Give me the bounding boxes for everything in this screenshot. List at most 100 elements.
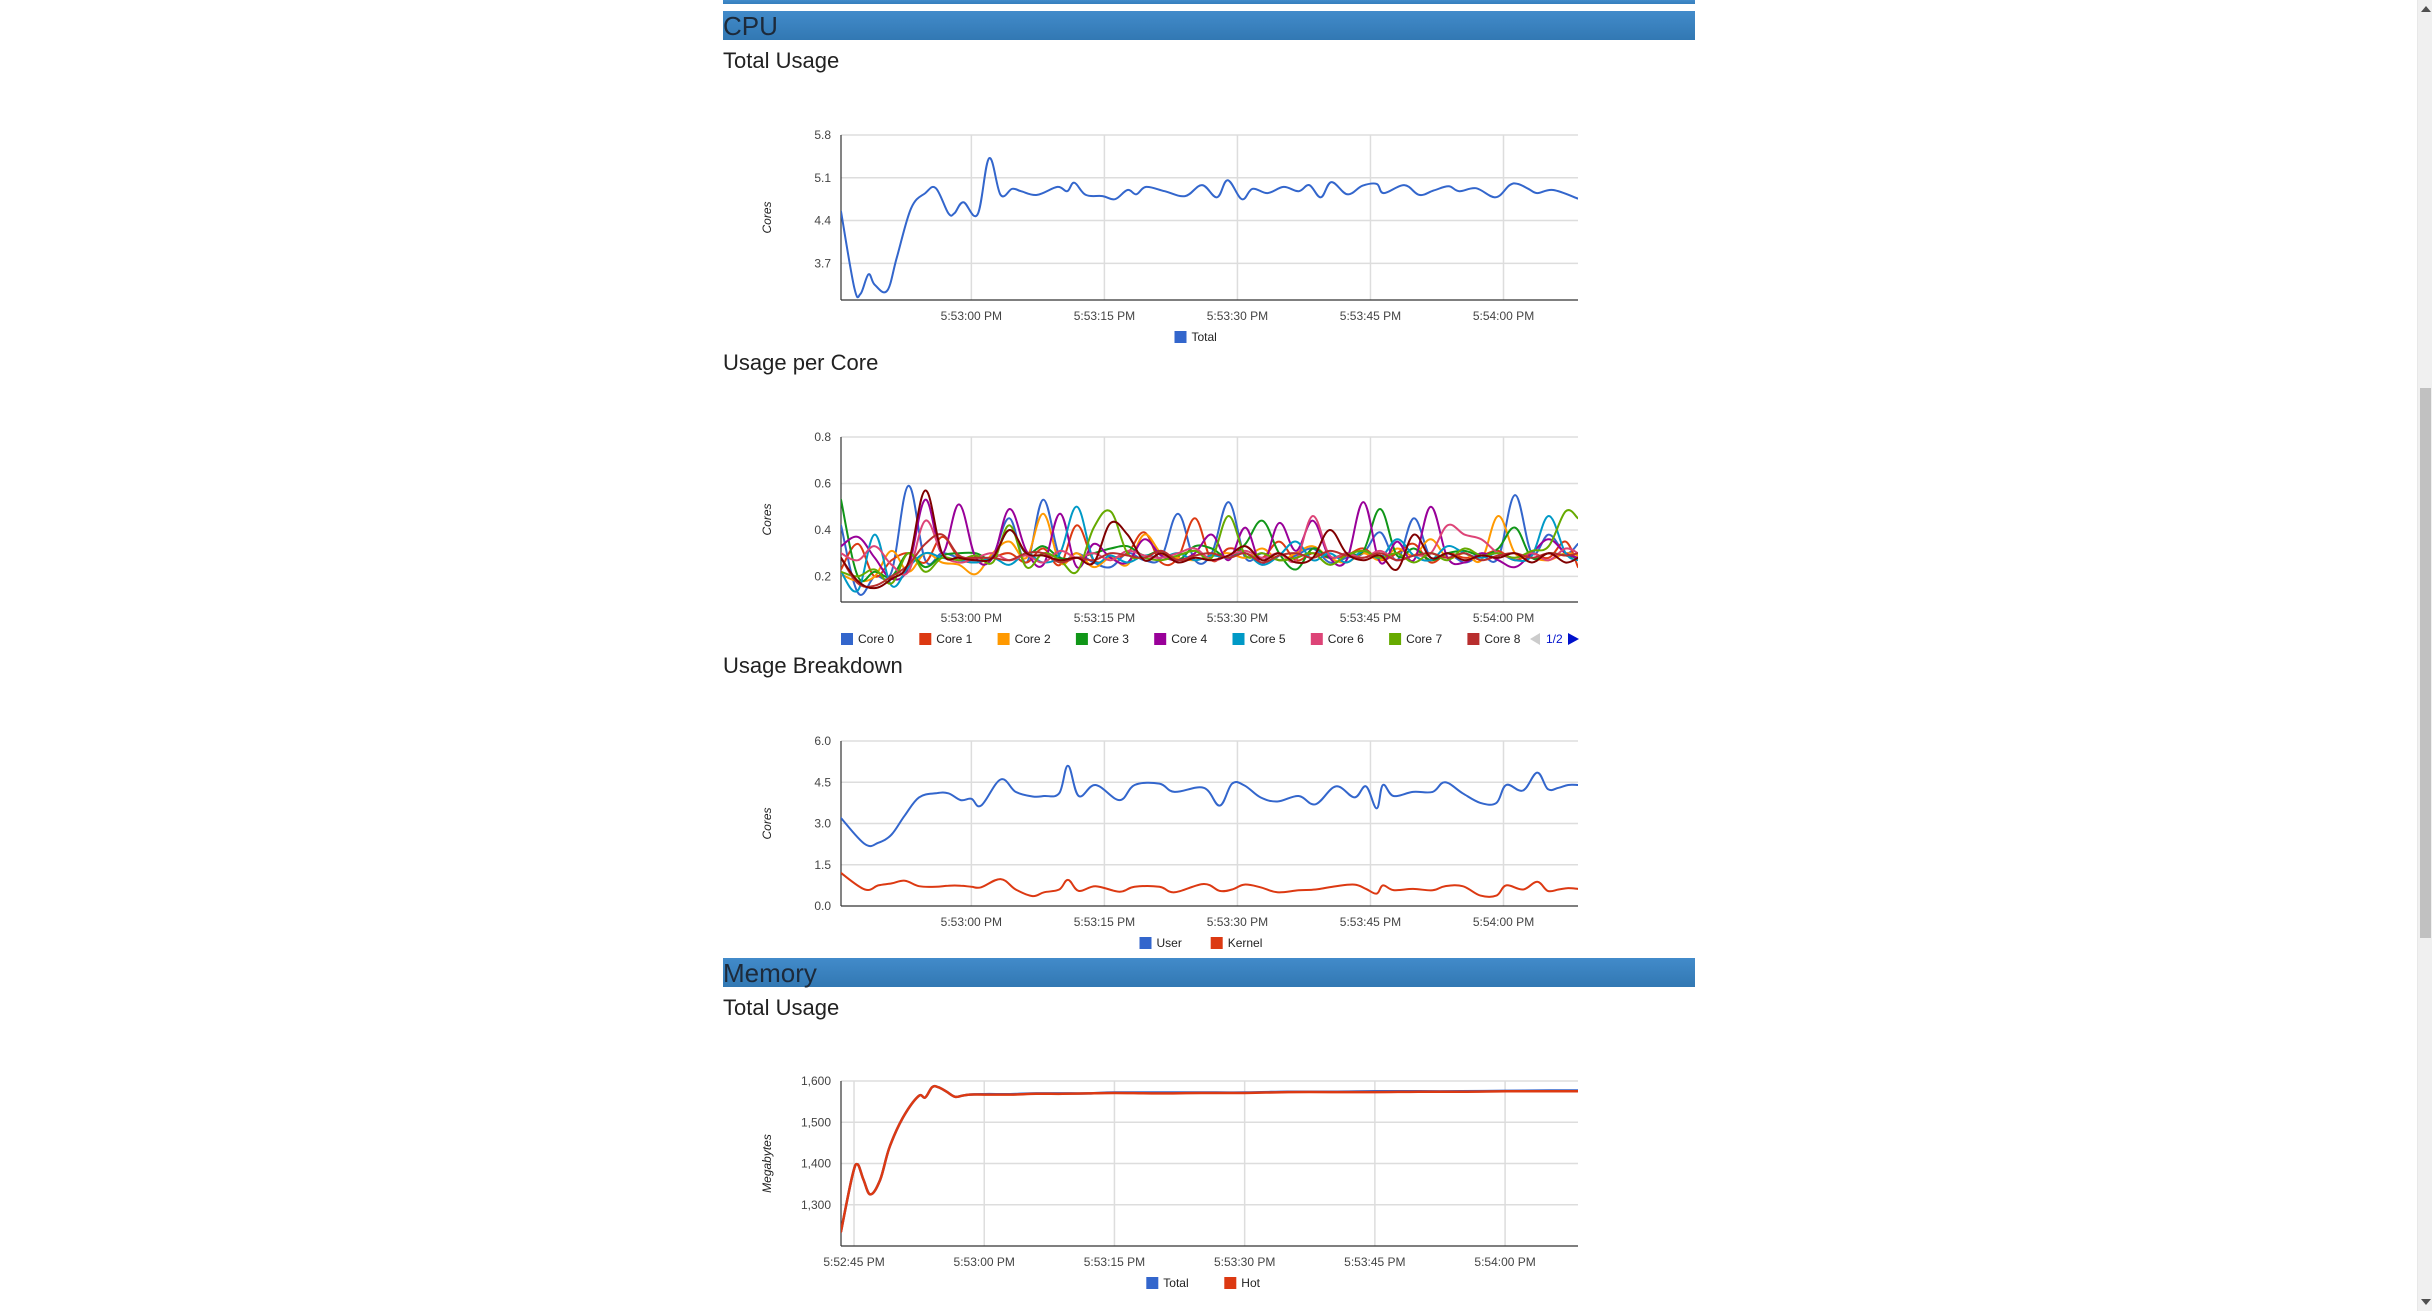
legend-label: Core 4 (1171, 632, 1207, 646)
legend-item: Core 4 (1154, 632, 1208, 646)
x-tick-label: 5:54:00 PM (1473, 915, 1534, 929)
scroll-down-arrow-icon[interactable] (2421, 1299, 2431, 1305)
legend-swatch (841, 633, 853, 645)
x-tick-label: 5:54:00 PM (1474, 1255, 1535, 1269)
legend-item: Total (1174, 330, 1217, 344)
legend-swatch (1139, 937, 1152, 949)
legend-swatch (1075, 633, 1088, 645)
y-tick-label: 0.6 (814, 476, 831, 490)
legend-swatch (1210, 937, 1223, 949)
x-tick-label: 5:54:00 PM (1473, 611, 1534, 625)
y-tick-label: 1.5 (814, 858, 831, 872)
cpu-total-usage-title: Total Usage (723, 48, 840, 73)
legend-item: Hot (1224, 1276, 1261, 1290)
series-group (841, 764, 1578, 898)
legend-item: Core 0 (841, 632, 894, 646)
legend-swatch (1310, 633, 1323, 645)
memory-total-usage-title: Total Usage (723, 995, 840, 1020)
legend-item: Core 2 (997, 632, 1051, 646)
cpu-section-header: CPU (723, 11, 1695, 41)
x-tick-label: 5:53:45 PM (1340, 309, 1401, 323)
x-tick-label: 5:53:00 PM (954, 1255, 1015, 1269)
legend-label: Hot (1241, 1276, 1260, 1290)
y-tick-label: 1,600 (801, 1074, 831, 1088)
y-axis-label: Cores (760, 201, 774, 233)
y-axis-label: Cores (760, 807, 774, 839)
series-line-total (841, 157, 1578, 299)
x-tick-label: 5:53:30 PM (1207, 309, 1268, 323)
cpu-total-usage-chart: 3.7 4.4 5.1 5.8 5:53:00 PM 5:53:15 PM 5:53:30 … (760, 128, 1578, 344)
series-line-core-0 (841, 484, 1578, 596)
legend-swatch (1224, 1277, 1237, 1289)
series-line-core-9-page-2- (841, 489, 1578, 590)
legend-label: Core 5 (1250, 632, 1286, 646)
legend-item: Kernel (1210, 936, 1263, 950)
legend-label: Total (1163, 1276, 1188, 1290)
y-tick-label: 4.5 (814, 775, 831, 789)
legend-next-page-icon[interactable] (1568, 633, 1579, 645)
legend-label: Core 1 (936, 632, 972, 646)
x-tick-label: 5:53:30 PM (1214, 1255, 1275, 1269)
y-tick-label: 4.4 (814, 214, 831, 228)
legend-item: Total (1146, 1276, 1189, 1290)
series-line-kernel (841, 872, 1578, 898)
legend-item: Core 5 (1232, 632, 1286, 646)
legend-label: Total (1192, 330, 1217, 344)
legend-label: Core 0 (858, 632, 894, 646)
x-tick-label: 5:53:45 PM (1344, 1255, 1405, 1269)
scroll-up-arrow-icon[interactable] (2421, 6, 2431, 12)
series-line-user (841, 764, 1578, 848)
x-tick-label: 5:53:15 PM (1074, 915, 1135, 929)
cpu-usage-breakdown-chart: 0.0 1.5 3.0 4.5 6.0 5:53:00 PM 5:53:15 PM 5:53:… (760, 734, 1578, 950)
scrollbar-thumb[interactable] (2420, 388, 2431, 938)
legend-prev-page-icon[interactable] (1530, 633, 1540, 645)
legend-swatch (919, 633, 932, 645)
cpu-usage-per-core-chart: 0.2 0.4 0.6 0.8 5:53:00 PM 5:53:15 PM 5:53:30 … (760, 430, 1579, 646)
cpu-usage-breakdown-title: Usage Breakdown (723, 653, 903, 678)
y-tick-label: 0.0 (814, 899, 831, 913)
x-tick-label: 5:53:15 PM (1084, 1255, 1145, 1269)
cpu-usage-per-core-title: Usage per Core (723, 350, 879, 375)
x-tick-label: 5:53:30 PM (1207, 611, 1268, 625)
x-tick-label: 5:53:00 PM (941, 309, 1002, 323)
series-line-core-4 (841, 498, 1578, 581)
memory-total-usage-chart: 1,300 1,400 1,500 1,600 5:52:45 PM 5:53:00 PM… (760, 1074, 1578, 1290)
series-line-total (841, 1084, 1578, 1233)
x-tick-label: 5:53:00 PM (941, 611, 1002, 625)
legend-swatch (1467, 633, 1480, 645)
y-tick-label: 0.4 (814, 523, 831, 537)
top-section-bar (723, 0, 1695, 4)
legend-swatch (1154, 633, 1167, 645)
y-tick-label: 0.2 (814, 569, 831, 583)
series-group (841, 1084, 1578, 1233)
legend-item: Core 6 (1310, 632, 1364, 646)
legend-item: User (1139, 936, 1182, 950)
legend-swatch (1146, 1277, 1159, 1289)
y-tick-label: 0.8 (814, 430, 831, 444)
y-tick-label: 3.7 (814, 256, 831, 270)
x-tick-label: 5:53:15 PM (1074, 611, 1135, 625)
legend-label: Core 7 (1406, 632, 1442, 646)
legend-swatch (1389, 633, 1402, 645)
memory-section-title: Memory (723, 958, 817, 988)
vertical-scrollbar[interactable] (2417, 0, 2432, 1311)
legend-label: Core 6 (1328, 632, 1364, 646)
legend-label: Core 3 (1093, 632, 1129, 646)
memory-section-header: Memory (723, 958, 1695, 988)
legend-label: Kernel (1228, 936, 1263, 950)
legend-label: User (1157, 936, 1182, 950)
x-tick-label: 5:53:45 PM (1340, 611, 1401, 625)
legend-label: Core 2 (1015, 632, 1051, 646)
cpu-section-title: CPU (723, 11, 778, 41)
legend-swatch (997, 633, 1010, 645)
series-group (841, 157, 1578, 299)
x-tick-label: 5:52:45 PM (823, 1255, 884, 1269)
legend-label: Core 8 (1484, 632, 1520, 646)
series-group (841, 484, 1578, 596)
legend-item: Core 1 (919, 632, 973, 646)
x-tick-label: 5:53:15 PM (1074, 309, 1135, 323)
y-tick-label: 1,500 (801, 1115, 831, 1129)
y-tick-label: 5.1 (814, 171, 831, 185)
x-tick-label: 5:53:00 PM (941, 915, 1002, 929)
x-tick-label: 5:53:45 PM (1340, 915, 1401, 929)
